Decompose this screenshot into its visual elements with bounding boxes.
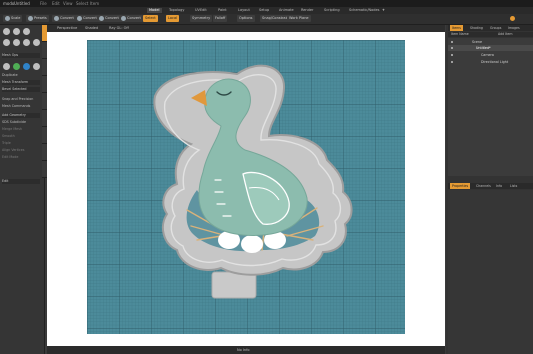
presets-icon [28,15,33,21]
select-mode-button[interactable]: Select [143,15,158,22]
tool-icon-7[interactable] [33,39,40,46]
tool-icon-6[interactable] [23,39,30,46]
item-triple[interactable]: Triple [2,141,40,146]
view-mode-label[interactable]: Perspective [57,26,77,30]
convert-icon [77,15,82,21]
tab-setup[interactable]: Setup [257,8,271,13]
list-item-camera[interactable]: Camera [448,52,533,58]
properties-tabs: Properties Channels Info Lists [448,183,533,189]
tool-panel: Mesh Ops Duplicate Mesh Transform Bevel … [0,25,45,354]
falloff-button[interactable]: Falloff [213,15,228,22]
tab-paint[interactable]: Paint [216,8,229,13]
tool-icon-2[interactable] [13,28,20,35]
local-mode-button[interactable]: Local [166,15,180,22]
scale-button[interactable]: Scale [3,15,23,22]
visibility-icon[interactable] [451,47,453,49]
section-mesh-ops[interactable]: Mesh Ops [2,53,40,58]
tab-images[interactable]: Images [506,25,522,31]
tool-icon-1[interactable] [3,28,10,35]
item-merge-mesh[interactable]: Merge Mesh [2,127,40,132]
tab-model[interactable]: Model [147,8,162,13]
tab-uvedit[interactable]: UVEdit [193,8,209,13]
layout-tabs: Model Topology UVEdit Paint Layout Setup… [0,7,533,14]
tab-render[interactable]: Render [299,8,315,13]
properties-panel [448,190,533,354]
tab-topology[interactable]: Topology [167,8,186,13]
item-mesh-transform[interactable]: Mesh Transform [2,80,40,85]
tool-icon-5[interactable] [13,39,20,46]
viewport-status-bar: No Info [47,346,445,354]
item-snap-precision[interactable]: Snap and Precision [2,97,40,102]
tool-icon-3[interactable] [23,28,30,35]
add-tab-button[interactable]: + [380,8,387,13]
convert-button-3[interactable]: Convert [97,15,121,22]
tool-icon-9[interactable] [13,63,20,70]
tab-lists[interactable]: Lists [508,183,519,189]
item-tabs: Items Shading Groups Images [448,25,533,31]
tab-layout[interactable]: Layout [236,8,252,13]
tab-channels[interactable]: Channels [474,183,493,189]
tool-icon-4[interactable] [3,39,10,46]
menu-item[interactable]: Item [90,1,99,6]
convert-button-4[interactable]: Convert [119,15,143,22]
menu-edit[interactable]: Edit [52,1,60,6]
item-edit-mode[interactable]: Edit Mode [2,155,40,160]
item-sds-subdivide[interactable]: SDS Subdivide [2,120,40,125]
symmetry-button[interactable]: Symmetry [190,15,213,22]
convert-icon [121,15,126,21]
convert-icon [99,15,104,21]
tab-groups[interactable]: Groups [488,25,503,31]
file-title: Untitled [14,1,30,6]
menu-select[interactable]: Select [76,1,88,6]
menu-file[interactable]: File [40,1,47,6]
item-name-column[interactable]: Item Name [451,32,469,37]
edit-dropdown[interactable]: Edit [2,179,40,184]
workplane-button[interactable]: Work Plane [287,15,311,22]
item-align-vertices[interactable]: Align Vertices [2,148,40,153]
tab-schematic[interactable]: Schematic/Nodes [347,8,381,13]
menu-view[interactable]: View [63,1,73,6]
scale-icon [5,15,10,21]
items-header: Item Name Add Item [448,32,533,37]
tab-scripting[interactable]: Scripting [322,8,342,13]
section-add-geometry[interactable]: Add Geometry [2,113,40,118]
tab-properties[interactable]: Properties [450,183,471,189]
shading-label[interactable]: Shaded [85,26,98,30]
settings-button[interactable] [508,15,518,22]
tool-icon-10[interactable] [23,63,30,70]
convert-icon [54,15,59,21]
item-duplicate[interactable]: Duplicate [2,73,40,78]
visibility-icon[interactable] [451,54,453,56]
status-info: No Info [237,348,250,352]
tool-icon-8[interactable] [3,63,10,70]
visibility-icon[interactable] [451,41,453,43]
visibility-icon[interactable] [451,61,453,63]
item-smooth[interactable]: Smooth [2,134,40,139]
title-bar: modo Untitled File Edit View Select Item [0,0,533,7]
toolbar: Scale Presets Convert Convert Convert Co… [0,14,533,25]
cutter-tab [211,271,257,299]
tab-animate[interactable]: Animate [277,8,296,13]
item-mesh-commands[interactable]: Mesh Commands [2,104,40,109]
tool-icon-11[interactable] [33,63,40,70]
raygl-label[interactable]: Ray GL: Off [109,26,129,30]
tab-shading[interactable]: Shading [468,25,485,31]
cookie-cutter-model[interactable] [87,40,405,334]
list-item-light[interactable]: Directional Light [448,59,533,65]
viewport-header: Perspective Shaded Ray GL: Off [47,25,445,32]
convert-button-2[interactable]: Convert [75,15,99,22]
app-title: modo [3,1,15,6]
convert-button-1[interactable]: Convert [52,15,76,22]
tab-info[interactable]: Info [494,183,504,189]
options-button[interactable]: Options [237,15,255,22]
tab-items[interactable]: Items [450,25,463,31]
egg-2 [241,235,263,253]
gear-icon [510,15,515,21]
add-item-button[interactable]: Add Item [498,32,512,37]
item-bevel-selected[interactable]: Bevel Selected [2,87,40,92]
list-item-mesh[interactable]: Untitled* [448,45,533,51]
presets-button[interactable]: Presets [26,15,49,22]
